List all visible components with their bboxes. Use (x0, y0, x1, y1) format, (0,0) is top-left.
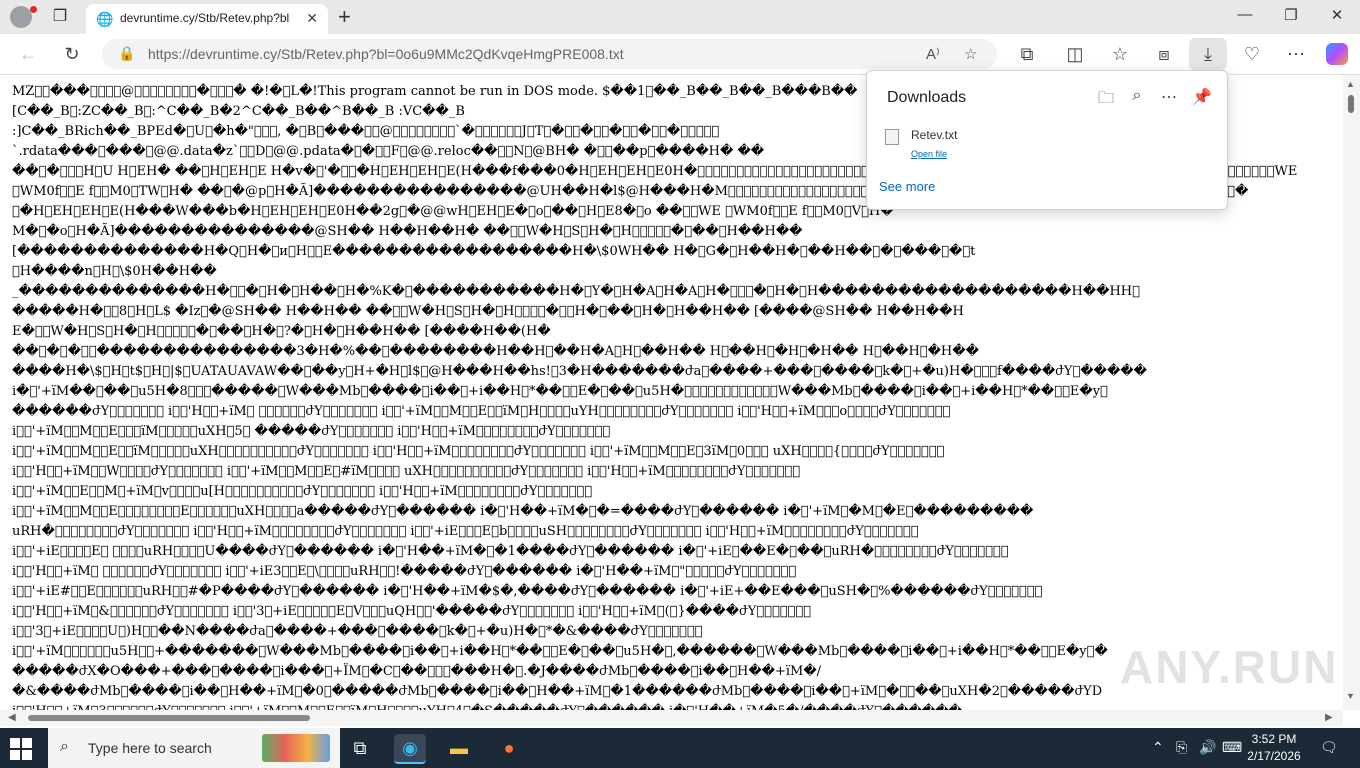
search-highlight-image (262, 734, 330, 762)
back-button[interactable]: ← (16, 43, 40, 65)
tab-actions-icon[interactable]: ❐ (50, 7, 70, 27)
document-text-line: i  '+ïM  M  E   ïM     uXH 5  �����ժY   … (12, 424, 611, 439)
split-screen-icon[interactable]: ◫ (1063, 43, 1087, 65)
download-icon[interactable]: ⤓ (1196, 43, 1220, 65)
globe-icon: 🌐 (96, 11, 114, 27)
more-options-icon[interactable]: ⋯ (1158, 87, 1180, 107)
document-text-line: i  'H  +ïM 3      ժY        i  '+ïM  M  … (12, 703, 962, 710)
pin-icon[interactable]: 📌 (1191, 87, 1213, 107)
scroll-down-icon[interactable]: ▼ (1346, 691, 1355, 701)
document-text-line: uRH�        ժY        i  'H  +ïM        … (12, 524, 919, 539)
clock-time: 3:52 PM (1251, 732, 1297, 746)
document-text-line: i� '+ïM�� �� u5H�8   ����� W���Mb ���� i… (12, 384, 1108, 399)
scroll-up-icon[interactable]: ▲ (1346, 79, 1355, 89)
document-text-line: i  '3 +iE    U )H  ��N����ժa ����+��� ��… (12, 624, 703, 639)
document-text-line:  H����n H \$0H��H�� (12, 264, 217, 279)
volume-icon[interactable]: 🔊 (1199, 739, 1216, 756)
downloads-panel: Downloads 🗀 ⌕ ⋯ 📌 Retev.txt Open file Se… (866, 70, 1228, 210)
favorite-star-icon[interactable]: ☆ (964, 45, 977, 63)
document-text-line: [C��_B :ZC��_B :^C��_B�2^C��_B��^B��_B :… (12, 104, 465, 119)
document-text-line:  �H EH EH E(H���W���b�H EH EH E0H��2g �@… (12, 204, 894, 219)
document-text-line: �&����ժMb ���� i�� H��+ïM �0 �����ժMb ��… (12, 684, 1103, 699)
restore-button[interactable]: ❐ (1276, 6, 1306, 24)
network-icon[interactable]: ⎘ (1176, 739, 1187, 756)
search-icon[interactable]: ⌕ (1126, 87, 1148, 105)
document-text-line: i  '+ïM  M  E        E      uXH    a����… (12, 504, 1034, 519)
downloads-title: Downloads (887, 89, 967, 106)
document-text-line: `.rdata��� ��� @@.data�z`  D @@.pdata� �… (12, 144, 765, 159)
document-text-line: M� �o H�Ã]���������������@SH�� H��H��H� … (12, 224, 803, 239)
browser-essentials-icon[interactable]: ♡ (1240, 43, 1264, 65)
document-text-line: i  '+ïM  M  E  ïM     uXH          ժY   … (12, 444, 945, 459)
document-text-line: i  'H  +ïM &      ժY        i  '3 +iE   … (12, 604, 811, 619)
document-text-line: �����H�  8 H L$ �Iz �@SH�� H��H�� ��  W�… (12, 304, 964, 319)
tab-title: devruntime.cy/Stb/Retev.php?bl= (120, 11, 290, 25)
document-text-line: �����ժX�O���+��� ���� i��� +ÏM �C ��   �… (12, 664, 822, 679)
document-text-line: _��������������H�  � H� H�� H�%K� ������… (12, 284, 1140, 299)
windows-taskbar: ⌕ Type here to search ⧉ ◉ ▬ ● ⌃ ⎘ 🔊 ⌨ 3:… (0, 728, 1360, 768)
collections-icon[interactable]: ⧈ (1152, 43, 1176, 65)
open-folder-icon[interactable]: 🗀 (1095, 87, 1117, 114)
document-text-line: i  'H  +ïM  W    ժY        i  '+ïM  M  E… (12, 464, 801, 479)
document-text-line: i  'H  +ïM        ժY        i  '+iE3  E … (12, 564, 797, 579)
tab-strip: ❐ 🌐 devruntime.cy/Stb/Retev.php?bl= ✕ + … (0, 0, 1360, 34)
tray-chevron-icon[interactable]: ⌃ (1152, 739, 1164, 756)
document-text-line: ����H�\$ H t$ H |$ UATAUAVAW�� ��y H+�H … (12, 364, 1147, 379)
new-tab-button[interactable]: + (338, 4, 351, 30)
system-clock[interactable]: 3:52 PM 2/17/2026 (1244, 731, 1304, 765)
document-text-line: �� � �  ���������������3�H�%�� ��������H… (12, 344, 979, 359)
more-menu-icon[interactable]: ⋯ (1284, 43, 1308, 65)
scroll-left-icon[interactable]: ◀ (8, 712, 16, 723)
notifications-icon[interactable]: 🗨 (1320, 739, 1338, 756)
taskbar-search-box[interactable]: ⌕ Type here to search (48, 728, 340, 768)
file-icon (885, 129, 899, 145)
document-text-line: :]C��_BRich��_BPEd� U �h�"   , � B ���  … (12, 124, 720, 139)
firefox-app-icon[interactable]: ● (493, 734, 525, 762)
edge-app-icon[interactable]: ◉ (394, 734, 426, 764)
task-view-icon[interactable]: ⧉ (344, 734, 376, 762)
document-text-line: ������ժY        i  'H  +ïM        ժY    … (12, 404, 951, 419)
url-text[interactable]: https://devruntime.cy/Stb/Retev.php?bl=0… (148, 46, 624, 62)
refresh-button[interactable]: ↻ (60, 43, 84, 65)
document-text-line: i  '+ïM      u5H  +������� W���Mb ���� i… (12, 644, 1108, 659)
document-text-line: [��������������H�Q H� и H  E������������… (12, 244, 976, 259)
start-button[interactable] (10, 738, 32, 760)
minimize-button[interactable]: — (1230, 6, 1260, 23)
document-text-line: E�  W�H S H� H     � �� H� ?� H� H��H�� … (12, 324, 551, 339)
profile-avatar[interactable] (10, 6, 37, 28)
keyboard-icon[interactable]: ⌨ (1222, 739, 1242, 756)
horizontal-scrollbar[interactable]: ◀ ▶ (0, 710, 1343, 726)
file-explorer-icon[interactable]: ▬ (443, 734, 475, 762)
lock-icon[interactable]: 🔒 (118, 45, 135, 62)
document-text-line: i  '+iE    E      uRH    U����ժY ������ … (12, 544, 1009, 559)
read-aloud-icon[interactable]: A⁾ (926, 45, 940, 63)
open-file-link[interactable]: Open file (911, 149, 947, 159)
document-text-line: i  '+iE#  E      uRH  #�P����ժY ������ i… (12, 584, 1043, 599)
tab-active[interactable]: 🌐 devruntime.cy/Stb/Retev.php?bl= ✕ (86, 4, 328, 34)
copilot-icon[interactable] (1326, 43, 1348, 65)
close-tab-icon[interactable]: ✕ (306, 10, 318, 27)
address-bar[interactable]: 🔒 https://devruntime.cy/Stb/Retev.php?bl… (102, 39, 997, 69)
search-placeholder: Type here to search (88, 740, 212, 756)
download-file-name[interactable]: Retev.txt (911, 128, 957, 142)
clock-date: 2/17/2026 (1247, 749, 1301, 763)
search-icon: ⌕ (60, 738, 69, 755)
horizontal-scroll-thumb[interactable] (28, 715, 310, 721)
see-more-link[interactable]: See more (879, 179, 935, 194)
document-text-line: i  '+ïM  E  M +ïM v    u[H          ժY  … (12, 484, 593, 499)
extensions-icon[interactable]: ⧉ (1015, 43, 1039, 65)
vertical-scroll-thumb[interactable] (1348, 95, 1354, 113)
scroll-right-icon[interactable]: ▶ (1325, 712, 1333, 723)
vertical-scrollbar[interactable]: ▲ ▼ (1343, 75, 1360, 710)
document-text-line: MZ  ���    @        �   � �!� L�!This pr… (12, 84, 858, 99)
close-window-button[interactable]: ✕ (1322, 6, 1352, 24)
browser-toolbar: ← ↻ 🔒 https://devruntime.cy/Stb/Retev.ph… (0, 34, 1360, 75)
favorites-icon[interactable]: ☆ (1108, 43, 1132, 65)
watermark: ANY.RUN (1120, 641, 1339, 693)
